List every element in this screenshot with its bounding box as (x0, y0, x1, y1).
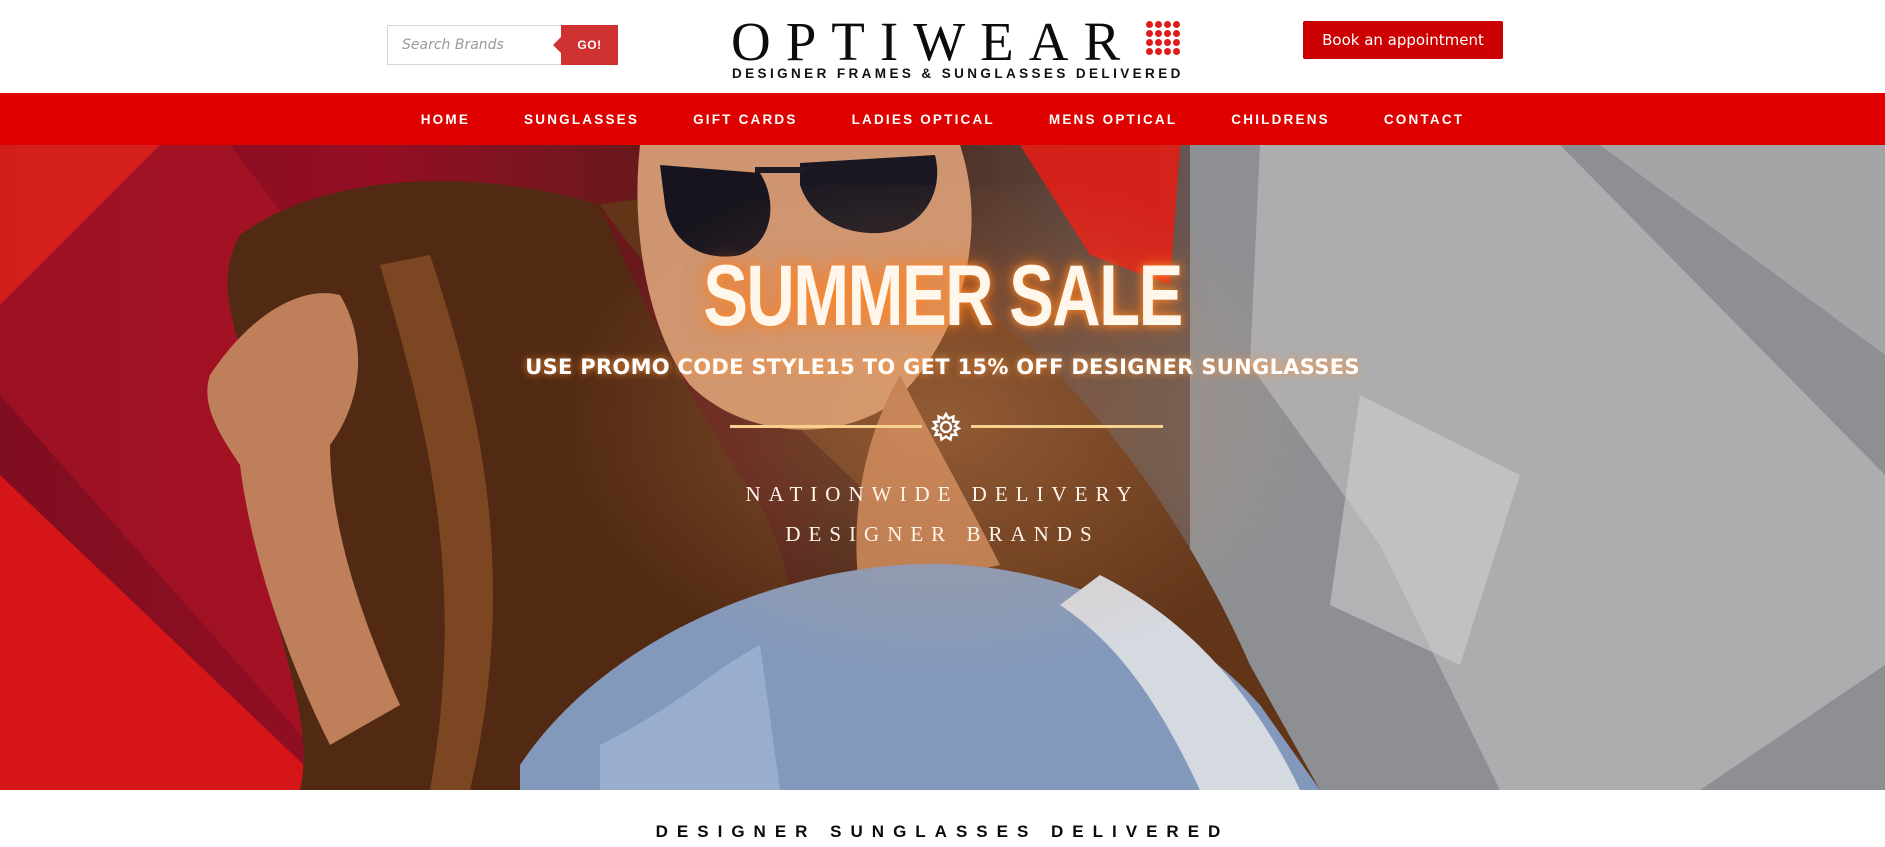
hero-divider-right (971, 425, 1163, 428)
hero-feature-delivery: NATIONWIDE DELIVERY (745, 482, 1140, 506)
site-header: GO! OPTIWEAR DESIGNER FRAMES & SUNGLASSE… (0, 0, 1885, 93)
hero-title: SUMMER SALE (703, 248, 1183, 344)
logo-wordmark: OPTIWEAR (731, 11, 1136, 72)
brand-search: GO! (387, 25, 618, 65)
optiwear-logo[interactable]: OPTIWEAR DESIGNER FRAMES & SUNGLASSES DE… (731, 14, 1181, 84)
nav-item-mens-optical[interactable]: MENS OPTICAL (1022, 112, 1204, 127)
nav-item-contact[interactable]: CONTACT (1357, 112, 1491, 127)
search-input[interactable] (387, 25, 561, 65)
logo-tagline: DESIGNER FRAMES & SUNGLASSES DELIVERED (732, 66, 1184, 81)
hero-divider-left (730, 425, 922, 428)
nav-item-home[interactable]: HOME (394, 112, 497, 127)
nav-item-sunglasses[interactable]: SUNGLASSES (497, 112, 666, 127)
hero-promo-text: USE PROMO CODE STYLE15 TO GET 15% OFF DE… (525, 355, 1360, 379)
nav-item-gift-cards[interactable]: GIFT CARDS (666, 112, 825, 127)
logo-dots-icon (1146, 21, 1180, 57)
hero-banner[interactable]: SUMMER SALE USE PROMO CODE STYLE15 TO GE… (0, 145, 1885, 790)
gear-icon (931, 412, 961, 442)
section-heading: DESIGNER SUNGLASSES DELIVERED (655, 822, 1230, 841)
book-appointment-button[interactable]: Book an appointment (1303, 21, 1503, 59)
nav-item-ladies-optical[interactable]: LADIES OPTICAL (825, 112, 1022, 127)
hero-overlay (0, 145, 1885, 790)
search-go-button[interactable]: GO! (553, 25, 618, 65)
hero-feature-brands: DESIGNER BRANDS (785, 522, 1100, 546)
main-nav: HOME SUNGLASSES GIFT CARDS LADIES OPTICA… (0, 93, 1885, 145)
nav-item-childrens[interactable]: CHILDRENS (1204, 112, 1357, 127)
